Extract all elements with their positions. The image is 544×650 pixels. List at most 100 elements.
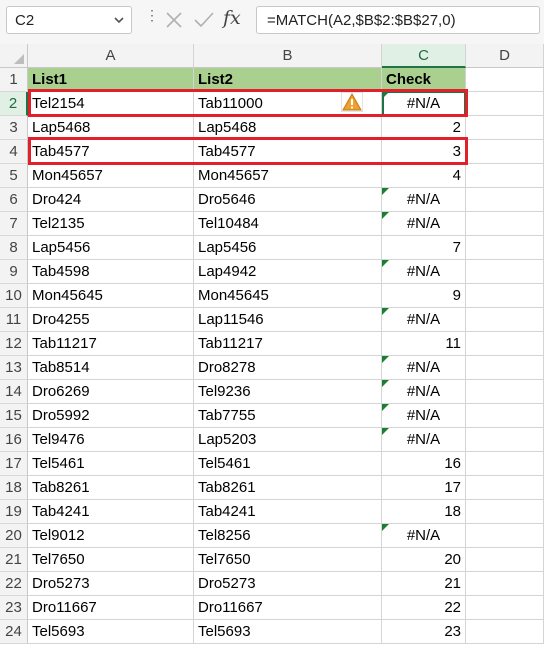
check-cell[interactable]: #N/A bbox=[382, 308, 466, 332]
row-header[interactable]: 11 bbox=[0, 308, 28, 332]
row-header[interactable]: 8 bbox=[0, 236, 28, 260]
cell[interactable] bbox=[466, 452, 544, 476]
list1-cell[interactable]: Tab4598 bbox=[28, 260, 194, 284]
insert-function-icon[interactable]: fx bbox=[223, 7, 241, 29]
list2-cell[interactable]: Dro8278 bbox=[194, 356, 382, 380]
list2-cell[interactable]: Tab4241 bbox=[194, 500, 382, 524]
list1-cell[interactable]: Tab4577 bbox=[28, 140, 194, 164]
row-header[interactable]: 23 bbox=[0, 596, 28, 620]
check-cell[interactable]: 4 bbox=[382, 164, 466, 188]
list2-cell[interactable]: Tab7755 bbox=[194, 404, 382, 428]
row-header[interactable]: 15 bbox=[0, 404, 28, 428]
list2-cell[interactable]: Lap4942 bbox=[194, 260, 382, 284]
cell[interactable] bbox=[466, 116, 544, 140]
column-header-d[interactable]: D bbox=[466, 44, 544, 68]
list2-cell[interactable]: Tel5461 bbox=[194, 452, 382, 476]
cancel-icon[interactable] bbox=[162, 8, 186, 32]
check-cell[interactable]: 7 bbox=[382, 236, 466, 260]
list1-cell[interactable]: Tab8261 bbox=[28, 476, 194, 500]
check-cell[interactable]: 18 bbox=[382, 500, 466, 524]
cell[interactable] bbox=[466, 620, 544, 644]
row-header[interactable]: 2 bbox=[0, 92, 28, 116]
check-cell[interactable]: #N/A bbox=[382, 212, 466, 236]
row-header[interactable]: 21 bbox=[0, 548, 28, 572]
check-cell[interactable]: 9 bbox=[382, 284, 466, 308]
cell[interactable] bbox=[466, 164, 544, 188]
list1-cell[interactable]: Tel7650 bbox=[28, 548, 194, 572]
list1-cell[interactable]: Dro11667 bbox=[28, 596, 194, 620]
row-header[interactable]: 5 bbox=[0, 164, 28, 188]
list2-cell[interactable]: Lap5456 bbox=[194, 236, 382, 260]
cell[interactable] bbox=[466, 524, 544, 548]
cell[interactable] bbox=[466, 92, 544, 116]
list1-cell[interactable]: Dro4255 bbox=[28, 308, 194, 332]
list2-cell[interactable]: Mon45645 bbox=[194, 284, 382, 308]
cell[interactable] bbox=[466, 260, 544, 284]
check-cell[interactable]: #N/A bbox=[382, 188, 466, 212]
list1-cell[interactable]: Tab11217 bbox=[28, 332, 194, 356]
check-cell[interactable]: 23 bbox=[382, 620, 466, 644]
list2-cell[interactable]: Tel7650 bbox=[194, 548, 382, 572]
row-header[interactable]: 7 bbox=[0, 212, 28, 236]
list2-cell[interactable]: Tab4577 bbox=[194, 140, 382, 164]
cell[interactable] bbox=[466, 500, 544, 524]
row-header[interactable]: 12 bbox=[0, 332, 28, 356]
cell[interactable] bbox=[466, 548, 544, 572]
cell[interactable] bbox=[466, 308, 544, 332]
list1-cell[interactable]: Tel2154 bbox=[28, 92, 194, 116]
list1-cell[interactable]: Lap5468 bbox=[28, 116, 194, 140]
list2-cell[interactable]: Lap5203 bbox=[194, 428, 382, 452]
header-cell-list2[interactable]: List2 bbox=[194, 68, 382, 92]
list2-cell[interactable]: Dro5273 bbox=[194, 572, 382, 596]
check-cell[interactable]: #N/A bbox=[382, 380, 466, 404]
enter-checkmark-icon[interactable] bbox=[192, 8, 216, 32]
list2-cell[interactable]: Tel10484 bbox=[194, 212, 382, 236]
column-header-b[interactable]: B bbox=[194, 44, 382, 68]
list1-cell[interactable]: Dro5992 bbox=[28, 404, 194, 428]
list1-cell[interactable]: Lap5456 bbox=[28, 236, 194, 260]
cell[interactable] bbox=[466, 236, 544, 260]
check-cell[interactable]: 16 bbox=[382, 452, 466, 476]
name-box[interactable]: C2 bbox=[6, 6, 132, 34]
row-header[interactable]: 13 bbox=[0, 356, 28, 380]
cell[interactable] bbox=[466, 68, 544, 92]
row-header[interactable]: 18 bbox=[0, 476, 28, 500]
check-cell[interactable]: #N/A bbox=[382, 428, 466, 452]
check-cell[interactable]: #N/A bbox=[382, 404, 466, 428]
row-header[interactable]: 4 bbox=[0, 140, 28, 164]
cell[interactable] bbox=[466, 332, 544, 356]
list1-cell[interactable]: Dro424 bbox=[28, 188, 194, 212]
list1-cell[interactable]: Tab4241 bbox=[28, 500, 194, 524]
list1-cell[interactable]: Mon45657 bbox=[28, 164, 194, 188]
check-cell[interactable]: 20 bbox=[382, 548, 466, 572]
row-header[interactable]: 24 bbox=[0, 620, 28, 644]
list2-cell[interactable]: Tel9236 bbox=[194, 380, 382, 404]
list2-cell[interactable]: Tel5693 bbox=[194, 620, 382, 644]
row-header[interactable]: 9 bbox=[0, 260, 28, 284]
cell[interactable] bbox=[466, 140, 544, 164]
cell[interactable] bbox=[466, 356, 544, 380]
cell[interactable] bbox=[466, 428, 544, 452]
column-header-c[interactable]: C bbox=[382, 44, 466, 68]
row-header[interactable]: 20 bbox=[0, 524, 28, 548]
list2-cell[interactable]: Dro5646 bbox=[194, 188, 382, 212]
list1-cell[interactable]: Tel5693 bbox=[28, 620, 194, 644]
cell[interactable] bbox=[466, 476, 544, 500]
check-cell[interactable]: #N/A bbox=[382, 92, 466, 116]
formula-input[interactable]: =MATCH(A2,$B$2:$B$27,0) bbox=[256, 6, 540, 34]
chevron-down-icon[interactable] bbox=[113, 14, 125, 26]
list1-cell[interactable]: Dro5273 bbox=[28, 572, 194, 596]
list1-cell[interactable]: Mon45645 bbox=[28, 284, 194, 308]
row-header[interactable]: 1 bbox=[0, 68, 28, 92]
row-header[interactable]: 10 bbox=[0, 284, 28, 308]
cell[interactable] bbox=[466, 596, 544, 620]
list2-cell[interactable]: Dro11667 bbox=[194, 596, 382, 620]
list2-cell[interactable]: Tel8256 bbox=[194, 524, 382, 548]
check-cell[interactable]: 22 bbox=[382, 596, 466, 620]
column-header-a[interactable]: A bbox=[28, 44, 194, 68]
list1-cell[interactable]: Tel5461 bbox=[28, 452, 194, 476]
warning-icon[interactable] bbox=[341, 92, 363, 112]
row-header[interactable]: 17 bbox=[0, 452, 28, 476]
cell[interactable] bbox=[466, 284, 544, 308]
check-cell[interactable]: 11 bbox=[382, 332, 466, 356]
